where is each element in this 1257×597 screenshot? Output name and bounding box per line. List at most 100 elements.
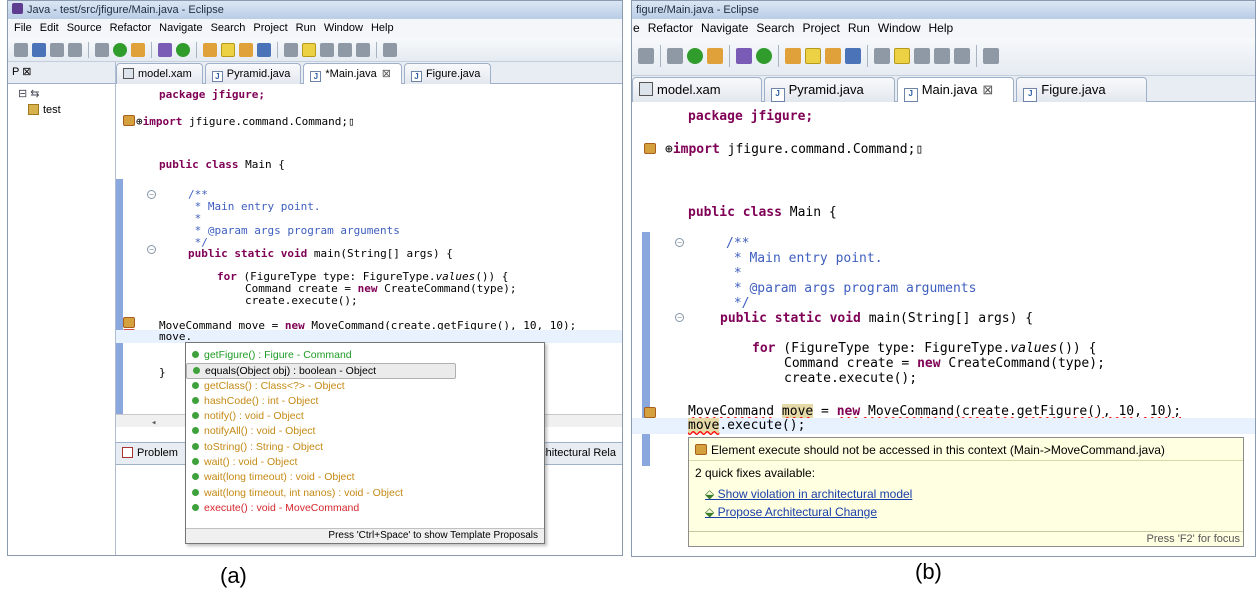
external-tools-icon[interactable] <box>131 43 145 57</box>
menu-project[interactable]: Project <box>802 19 839 38</box>
new-icon[interactable] <box>14 43 28 57</box>
completion-item-selected[interactable]: equals(Object obj) : boolean - Object <box>186 363 456 379</box>
open-task-icon[interactable] <box>239 43 253 57</box>
collapsed-block-icon[interactable]: ▯ <box>915 142 923 157</box>
annotation-icon[interactable] <box>874 48 890 64</box>
menu-project[interactable]: Project <box>253 19 287 38</box>
fold-icon[interactable]: − <box>675 238 684 247</box>
close-tab-icon[interactable]: ⊠ <box>982 82 993 97</box>
pilcrow-icon[interactable] <box>356 43 370 57</box>
tab-problems[interactable]: Problem <box>137 447 178 459</box>
new-class-icon[interactable] <box>176 43 190 57</box>
menu-file[interactable]: File <box>14 19 32 38</box>
mark-occurrences-icon[interactable] <box>302 43 316 57</box>
new-package-icon[interactable] <box>158 43 172 57</box>
open-task-icon[interactable] <box>825 48 841 64</box>
completion-item[interactable]: getFigure() : Figure - Command <box>186 348 544 363</box>
warning-marker-icon[interactable] <box>644 407 656 418</box>
debug-icon[interactable] <box>667 48 683 64</box>
save-icon[interactable] <box>32 43 46 57</box>
menu-navigate[interactable]: Navigate <box>701 19 748 38</box>
next-annotation-icon[interactable] <box>383 43 397 57</box>
collapsed-block-icon[interactable]: ▯ <box>348 115 355 128</box>
completion-item[interactable]: hashCode() : int - Object <box>186 394 544 409</box>
block-selection-icon[interactable] <box>320 43 334 57</box>
fold-icon[interactable]: − <box>147 245 156 254</box>
show-whitespace-icon[interactable] <box>338 43 352 57</box>
expand-icon[interactable]: ⊕ <box>136 115 143 128</box>
menu-help[interactable]: Help <box>371 19 394 38</box>
warning-marker-icon[interactable] <box>123 115 135 126</box>
menu-window[interactable]: Window <box>878 19 921 38</box>
completion-item[interactable]: notify() : void - Object <box>186 409 544 424</box>
completion-item[interactable]: execute() : void - MoveCommand <box>186 501 544 516</box>
debug-icon[interactable] <box>95 43 109 57</box>
tab-model-xam[interactable]: model.xam <box>116 63 203 84</box>
new-package-icon[interactable] <box>736 48 752 64</box>
tab-main-java[interactable]: J Main.java ⊠ <box>896 77 1015 102</box>
menu-source-partial[interactable]: e <box>633 19 640 38</box>
quick-fix-item[interactable]: ⬙ Show violation in architectural model <box>689 483 1243 501</box>
run-icon[interactable] <box>113 43 127 57</box>
menu-navigate[interactable]: Navigate <box>159 19 202 38</box>
project-tree-item[interactable]: test <box>8 100 115 116</box>
print-icon[interactable] <box>68 43 82 57</box>
completion-item[interactable]: notifyAll() : void - Object <box>186 424 544 439</box>
completion-item[interactable]: wait(long timeout) : void - Object <box>186 470 544 485</box>
warning-marker-icon[interactable] <box>644 143 656 154</box>
open-folder-icon[interactable] <box>805 48 821 64</box>
quick-fix-item[interactable]: ⬙ Propose Architectural Change <box>689 501 1243 519</box>
open-folder-icon[interactable] <box>221 43 235 57</box>
tab-figure-java[interactable]: J Figure.java <box>403 63 492 84</box>
scroll-left-icon[interactable]: ◂ <box>151 418 156 428</box>
run-icon[interactable] <box>687 48 703 64</box>
menu-source[interactable]: Source <box>67 19 102 38</box>
open-type-icon[interactable] <box>785 48 801 64</box>
open-type-icon[interactable] <box>203 43 217 57</box>
print-icon[interactable] <box>638 48 654 64</box>
next-annotation-icon[interactable] <box>983 48 999 64</box>
quick-fix-label[interactable]: Show violation in architectural model <box>718 487 913 501</box>
search-icon[interactable] <box>845 48 861 64</box>
collapse-all-icon[interactable]: ⊟ <box>18 88 27 100</box>
menu-run[interactable]: Run <box>296 19 316 38</box>
menu-edit[interactable]: Edit <box>40 19 59 38</box>
tab-pyramid-java[interactable]: J Pyramid.java <box>763 77 895 102</box>
mark-occurrences-icon[interactable] <box>894 48 910 64</box>
fold-icon[interactable]: − <box>147 190 156 199</box>
pilcrow-icon[interactable] <box>954 48 970 64</box>
external-tools-icon[interactable] <box>707 48 723 64</box>
new-class-icon[interactable] <box>756 48 772 64</box>
search-icon[interactable] <box>257 43 271 57</box>
quick-fix-label[interactable]: Propose Architectural Change <box>718 505 877 519</box>
close-tab-icon[interactable]: ⊠ <box>382 68 391 80</box>
tab-main-java[interactable]: J *Main.java ⊠ <box>303 63 402 84</box>
link-editor-icon[interactable]: ⇆ <box>30 88 39 100</box>
completion-item[interactable]: toString() : String - Object <box>186 440 544 455</box>
menu-window[interactable]: Window <box>324 19 363 38</box>
save-all-icon[interactable] <box>50 43 64 57</box>
menu-refactor[interactable]: Refactor <box>648 19 693 38</box>
menu-search[interactable]: Search <box>756 19 794 38</box>
completion-item[interactable]: getClass() : Class<?> - Object <box>186 379 544 394</box>
annotation-icon[interactable] <box>284 43 298 57</box>
fold-icon[interactable]: − <box>675 313 684 322</box>
expand-icon[interactable]: ⊕ <box>665 142 673 157</box>
menu-search[interactable]: Search <box>211 19 246 38</box>
close-icon[interactable]: ⊠ <box>22 66 31 78</box>
tab-pyramid-java[interactable]: J Pyramid.java <box>204 63 302 84</box>
toolbar-separator <box>376 42 377 58</box>
completion-item[interactable]: wait(long timeout, int nanos) : void - O… <box>186 486 544 501</box>
block-selection-icon[interactable] <box>914 48 930 64</box>
code-editor[interactable]: − − package jfigure; ⊕import jfigure.com… <box>632 102 1255 556</box>
menu-help[interactable]: Help <box>929 19 954 38</box>
tab-figure-java[interactable]: J Figure.java <box>1016 77 1147 102</box>
menu-refactor[interactable]: Refactor <box>110 19 152 38</box>
show-whitespace-icon[interactable] <box>934 48 950 64</box>
menu-run[interactable]: Run <box>848 19 870 38</box>
completion-item[interactable]: wait() : void - Object <box>186 455 544 470</box>
warning-marker-icon[interactable] <box>123 317 135 328</box>
package-explorer-tab[interactable]: P ⊠ <box>8 62 115 84</box>
tab-model-xam[interactable]: model.xam <box>632 77 762 102</box>
tab-architectural-relations[interactable]: chitectural Rela <box>540 443 616 464</box>
